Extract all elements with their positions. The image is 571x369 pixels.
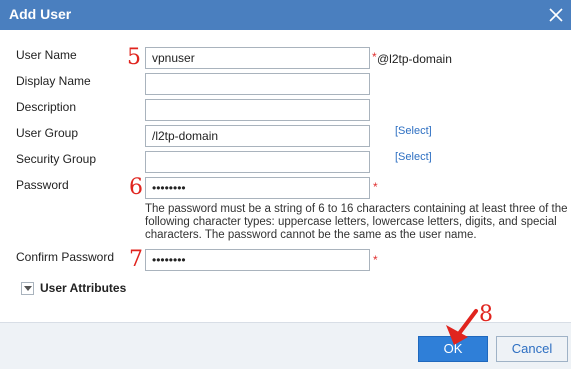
step-8-annotation: 8	[479, 302, 493, 327]
user-name-required-mark: *	[372, 50, 377, 64]
arrow-pointer-icon	[446, 309, 478, 345]
password-required-mark: *	[373, 180, 378, 194]
user-attributes-toggle[interactable]: User Attributes	[21, 280, 126, 296]
display-name-label: Display Name	[16, 74, 91, 88]
step-6-annotation: 6	[129, 175, 143, 200]
step-5-annotation: 5	[127, 45, 141, 70]
step-7-annotation: 7	[129, 247, 143, 272]
security-group-label: Security Group	[16, 152, 97, 166]
password-label: Password	[16, 178, 69, 192]
close-icon	[549, 8, 563, 22]
confirm-password-input[interactable]	[145, 249, 370, 271]
user-group-input[interactable]	[145, 125, 370, 147]
confirm-password-required-mark: *	[373, 253, 378, 267]
description-input[interactable]	[145, 99, 370, 121]
user-name-domain-suffix: @l2tp-domain	[377, 52, 452, 66]
password-input[interactable]	[145, 177, 370, 199]
display-name-input[interactable]	[145, 73, 370, 95]
cancel-button[interactable]: Cancel	[496, 336, 568, 362]
user-name-label: User Name	[16, 48, 77, 62]
security-group-select-link[interactable]: [Select]	[395, 151, 432, 163]
close-button[interactable]	[545, 4, 567, 26]
user-attributes-label: User Attributes	[40, 281, 127, 295]
dialog-title: Add User	[9, 6, 72, 22]
security-group-input[interactable]	[145, 151, 370, 173]
user-name-input[interactable]	[145, 47, 370, 69]
chevron-down-icon	[21, 281, 34, 295]
password-hint: The password must be a string of 6 to 16…	[145, 203, 568, 241]
description-label: Description	[16, 100, 77, 114]
user-group-label: User Group	[16, 126, 79, 140]
confirm-password-label: Confirm Password	[16, 250, 115, 264]
user-group-select-link[interactable]: [Select]	[395, 125, 432, 137]
dialog-titlebar: Add User	[0, 0, 571, 30]
